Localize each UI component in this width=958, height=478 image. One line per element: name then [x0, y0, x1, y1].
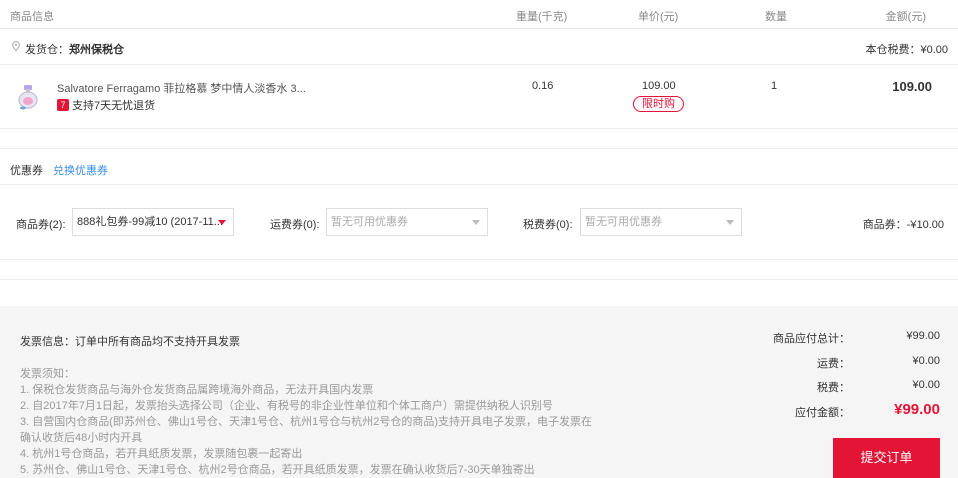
divider-row — [0, 260, 958, 280]
summary-shipping-value: ¥0.00 — [912, 354, 940, 367]
summary-total-value: ¥99.00 — [894, 400, 940, 418]
header-quantity: 数量 — [765, 11, 787, 23]
goods-coupon-label: 商品券(2): — [16, 219, 66, 231]
coupon-section-title: 优惠券 — [10, 165, 43, 177]
flash-sale-badge: 限时购 — [633, 96, 684, 112]
invoice-note: 2. 自2017年7月1日起，发票抬头选择公司（企业、有税号的非企业性单位和个体… — [20, 400, 553, 412]
summary-total-label: 应付金额： — [795, 406, 850, 419]
refund-policy: 7 支持7天无忧退货 — [57, 97, 155, 113]
product-amount: 109.00 — [892, 79, 932, 94]
header-unit-price: 单价(元) — [638, 11, 679, 23]
summary-tax-label: 税费： — [817, 382, 850, 394]
dropdown-arrow-icon — [726, 220, 734, 225]
invoice-notes: 发票须知： 1. 保税仓发货商品与海外仓发货商品属跨境海外商品，无法开具国内发票… — [20, 366, 600, 478]
header-weight: 重量(千克) — [516, 11, 568, 23]
submit-order-button[interactable]: 提交订单 — [833, 438, 940, 478]
product-thumbnail[interactable] — [14, 83, 42, 111]
summary-shipping-row: 运费： ¥0.00 — [740, 355, 940, 380]
summary-tax-value: ¥0.00 — [912, 379, 940, 391]
warehouse-label: 发货仓：郑州保税仓 — [25, 41, 124, 57]
product-weight: 0.16 — [532, 80, 554, 92]
header-product-info: 商品信息 — [10, 11, 54, 23]
warehouse-name: 郑州保税仓 — [69, 44, 124, 56]
exchange-coupon-link[interactable]: 兑换优惠券 — [53, 162, 108, 178]
invoice-note: 1. 保税仓发货商品与海外仓发货商品属跨境海外商品，无法开具国内发票 — [20, 384, 374, 396]
tax-coupon-placeholder: 暂无可用优惠券 — [585, 216, 662, 228]
summary-goods-row: 商品应付总计： ¥99.00 — [740, 330, 940, 355]
summary-total-row: 应付金额： ¥99.00 — [740, 400, 940, 429]
dropdown-arrow-icon — [472, 220, 480, 225]
invoice-note: 5. 苏州仓、佛山1号仓、天津1号仓、杭州2号仓商品，若开具纸质发票，发票在确认… — [20, 464, 535, 476]
coupon-section-header: 优惠券 兑换优惠券 — [0, 148, 958, 185]
dropdown-arrow-icon — [218, 220, 226, 225]
coupon-discount-amount: 商品券：-¥10.00 — [862, 219, 944, 231]
order-summary: 商品应付总计： ¥99.00 运费： ¥0.00 税费： ¥0.00 应付金额：… — [740, 330, 940, 428]
goods-coupon-selected: 888礼包券-99减10 (2017-11... — [77, 216, 223, 228]
invoice-info: 发票信息：订单中所有商品均不支持开具发票 — [20, 336, 240, 348]
header-amount: 金额(元) — [885, 11, 926, 23]
product-name-link[interactable]: Salvatore Ferragamo 菲拉格慕 梦中情人淡香水 3... — [57, 80, 306, 96]
summary-shipping-label: 运费： — [817, 357, 850, 370]
coupon-select-row: 商品券(2): 888礼包券-99减10 (2017-11... 运费券(0):… — [0, 185, 958, 260]
cart-table-header: 商品信息 重量(千克) 单价(元) 数量 金额(元) — [0, 0, 958, 29]
shipping-coupon-select[interactable]: 暂无可用优惠券 — [326, 208, 488, 236]
summary-goods-value: ¥99.00 — [906, 330, 940, 342]
location-pin-icon — [12, 41, 20, 51]
invoice-note: 4. 杭州1号仓商品，若开具纸质发票，发票随包裹一起寄出 — [20, 448, 303, 460]
refund-policy-text: 支持7天无忧退货 — [72, 100, 156, 112]
order-footer: 发票信息：订单中所有商品均不支持开具发票 发票须知： 1. 保税仓发货商品与海外… — [0, 306, 958, 478]
warehouse-row: 发货仓：郑州保税仓 本仓税费：¥0.00 — [0, 29, 958, 65]
shipping-coupon-label: 运费券(0): — [270, 219, 320, 231]
product-quantity: 1 — [771, 80, 778, 92]
invoice-notes-title: 发票须知： — [20, 368, 75, 380]
warehouse-tax: 本仓税费：¥0.00 — [865, 44, 948, 56]
shipping-coupon-placeholder: 暂无可用优惠券 — [331, 216, 408, 228]
seven-day-refund-icon: 7 — [57, 99, 69, 111]
summary-goods-label: 商品应付总计： — [773, 333, 850, 345]
warehouse-label-text: 发货仓： — [25, 44, 69, 56]
product-unit-price: 109.00 — [642, 80, 676, 92]
product-row: Salvatore Ferragamo 菲拉格慕 梦中情人淡香水 3... 7 … — [0, 65, 958, 129]
tax-coupon-select[interactable]: 暂无可用优惠券 — [580, 208, 742, 236]
tax-coupon-label: 税费券(0): — [523, 219, 573, 231]
goods-coupon-select[interactable]: 888礼包券-99减10 (2017-11... — [72, 208, 234, 236]
invoice-note: 3. 自营国内仓商品(即苏州仓、佛山1号仓、天津1号仓、杭州1号仓与杭州2号仓的… — [20, 416, 593, 444]
